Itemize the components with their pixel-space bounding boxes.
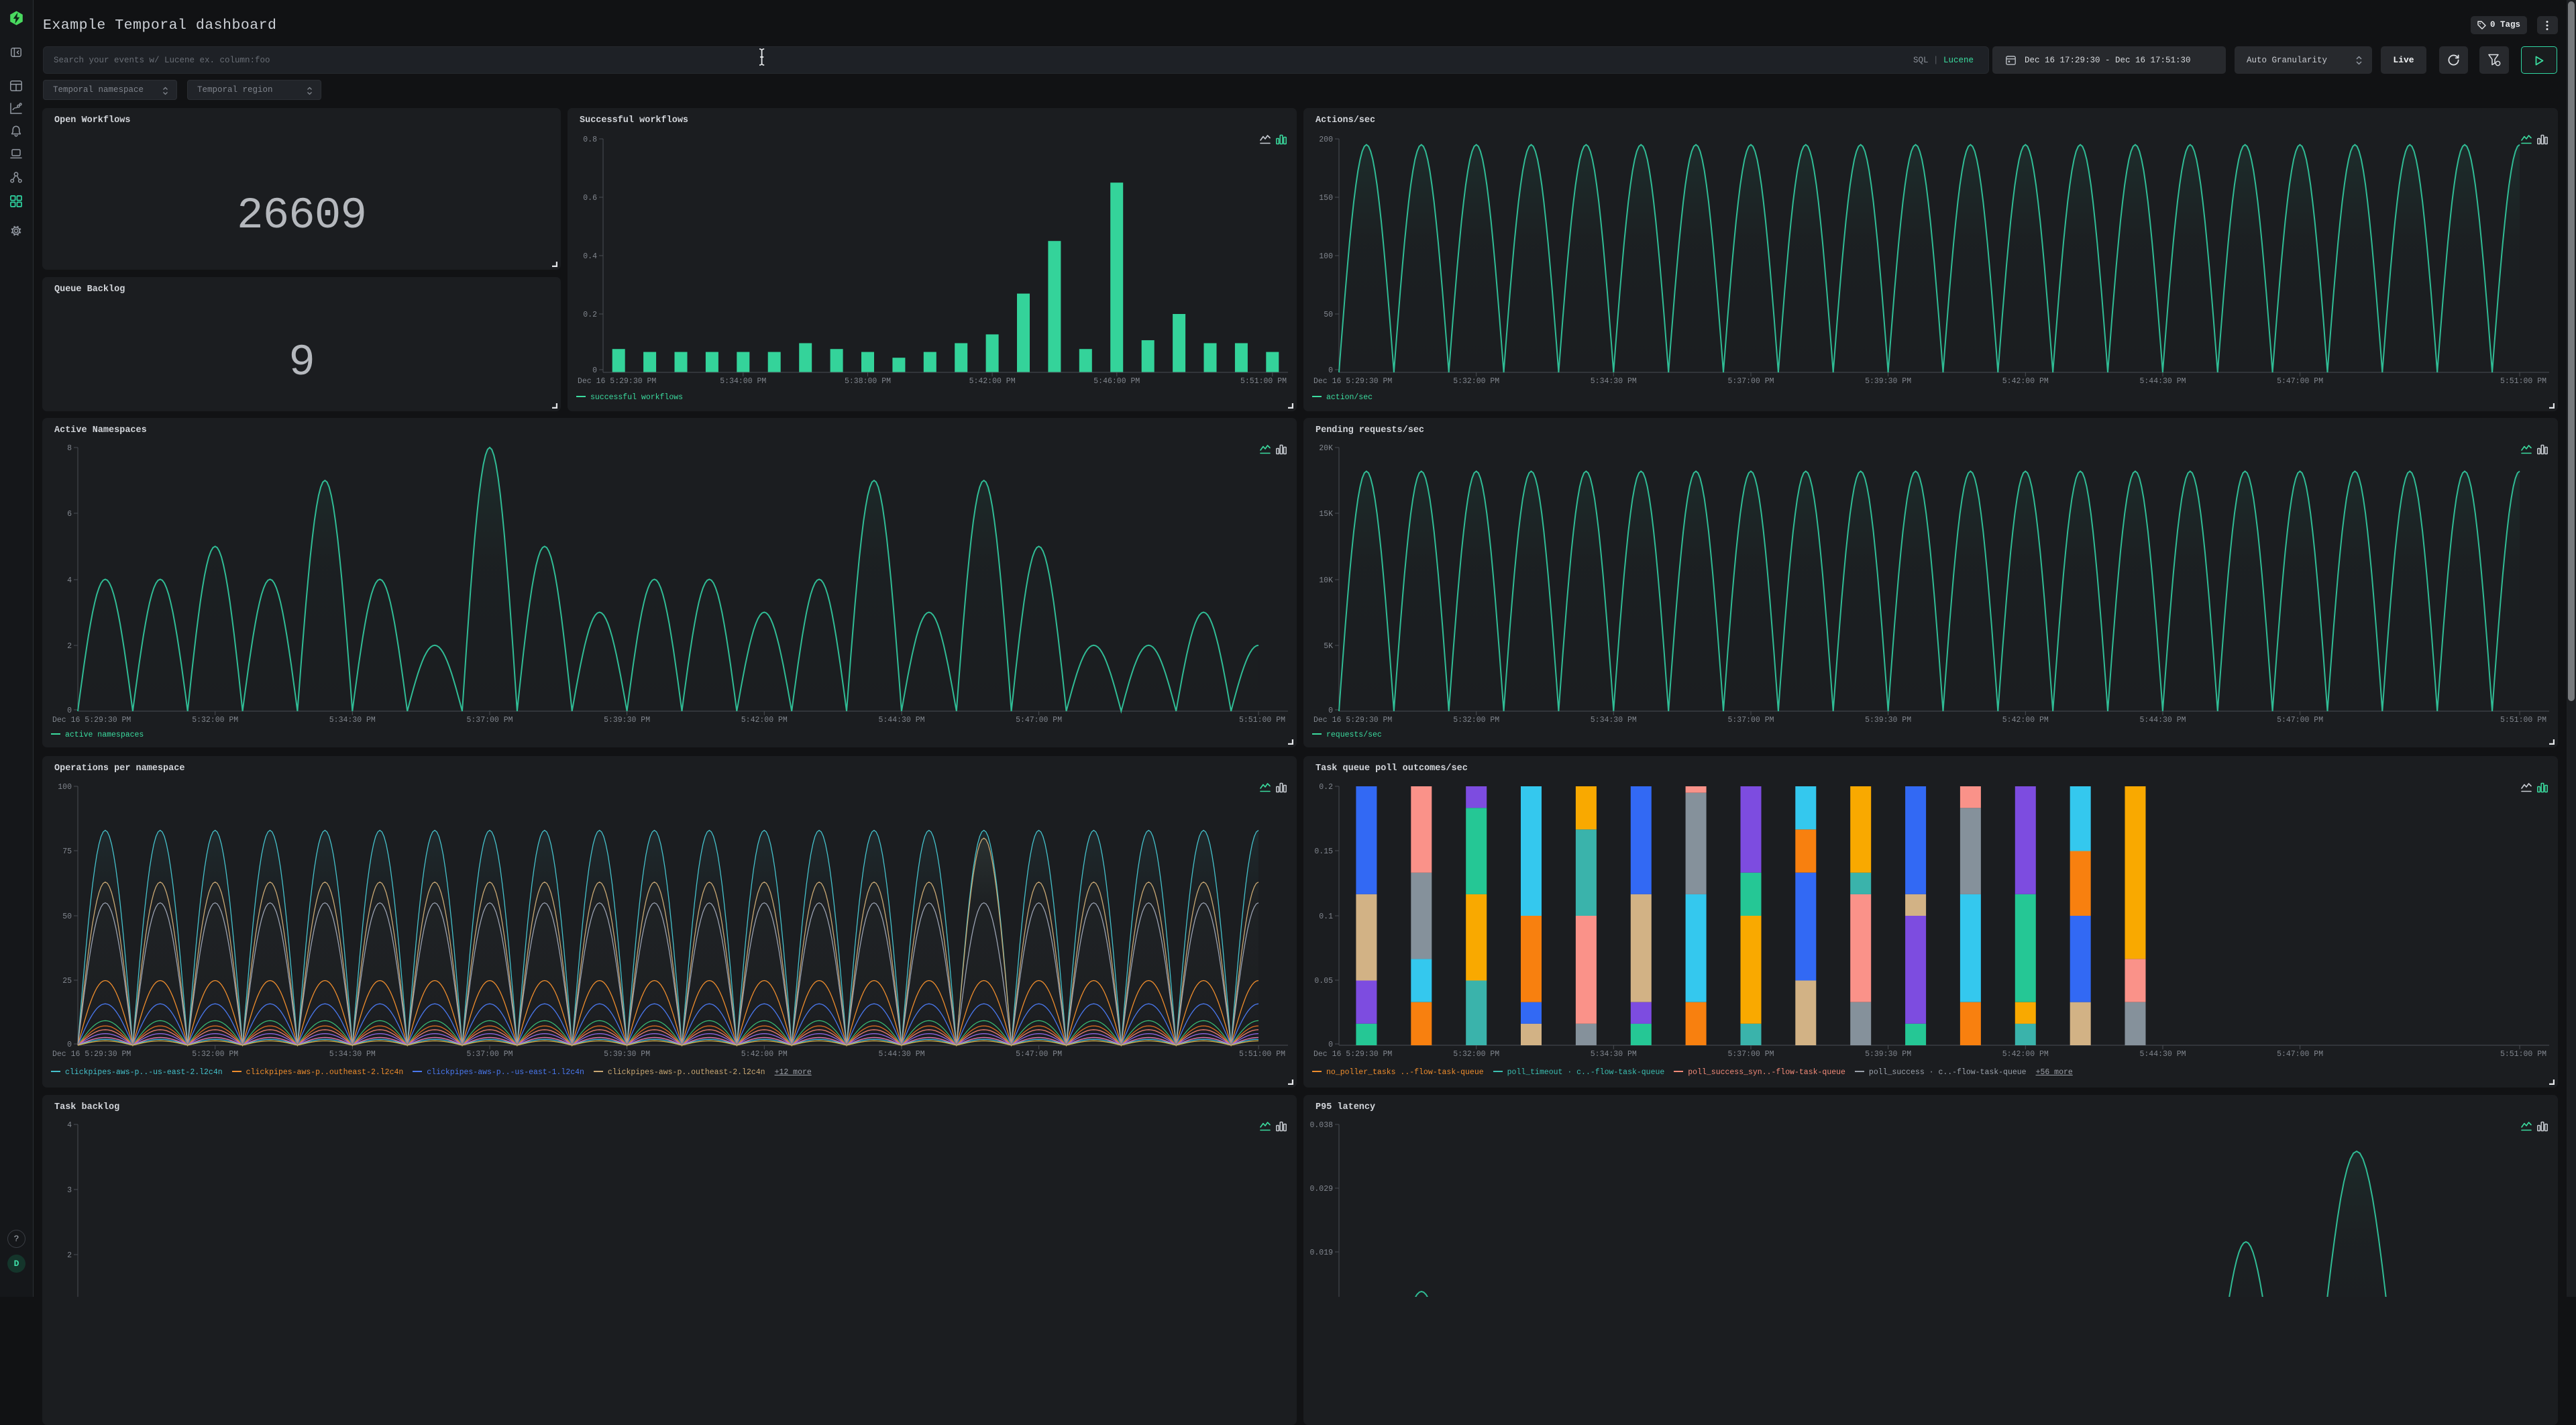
svg-text:0: 0 (67, 706, 72, 715)
svg-text:5:37:00 PM: 5:37:00 PM (466, 1050, 513, 1059)
svg-text:Dec 16 5:29:30 PM: Dec 16 5:29:30 PM (1313, 1050, 1392, 1059)
svg-text:5:32:00 PM: 5:32:00 PM (1453, 377, 1499, 386)
svg-text:5:39:30 PM: 5:39:30 PM (1865, 716, 1911, 725)
svg-text:0: 0 (592, 366, 597, 375)
svg-text:5:39:30 PM: 5:39:30 PM (604, 716, 650, 725)
svg-text:0.029: 0.029 (1309, 1185, 1333, 1194)
svg-text:5:44:30 PM: 5:44:30 PM (2139, 1050, 2186, 1059)
svg-text:5:42:00 PM: 5:42:00 PM (2002, 716, 2049, 725)
svg-text:5:42:00 PM: 5:42:00 PM (2002, 377, 2049, 386)
svg-text:2: 2 (67, 1251, 72, 1260)
svg-text:5:51:00 PM: 5:51:00 PM (1239, 1050, 1285, 1059)
svg-text:75: 75 (62, 847, 72, 856)
svg-text:5:47:00 PM: 5:47:00 PM (2277, 1050, 2323, 1059)
svg-text:5:37:00 PM: 5:37:00 PM (1727, 377, 1774, 386)
svg-text:4: 4 (67, 576, 72, 585)
svg-text:0.2: 0.2 (583, 311, 597, 319)
svg-text:0.2: 0.2 (1319, 783, 1333, 792)
svg-text:100: 100 (58, 783, 72, 792)
svg-text:25: 25 (62, 977, 72, 986)
svg-text:0: 0 (1328, 1041, 1333, 1049)
svg-text:5:44:30 PM: 5:44:30 PM (2139, 716, 2186, 725)
svg-text:Dec 16 5:29:30 PM: Dec 16 5:29:30 PM (52, 716, 131, 725)
svg-text:5:37:00 PM: 5:37:00 PM (1727, 1050, 1774, 1059)
svg-text:5:47:00 PM: 5:47:00 PM (2277, 377, 2323, 386)
svg-text:Dec 16 5:29:30 PM: Dec 16 5:29:30 PM (1313, 377, 1392, 386)
svg-text:5K: 5K (1324, 642, 1333, 651)
svg-text:0.4: 0.4 (583, 252, 597, 261)
svg-text:0: 0 (67, 1041, 72, 1049)
svg-text:5:51:00 PM: 5:51:00 PM (1239, 716, 1285, 725)
svg-text:5:42:00 PM: 5:42:00 PM (2002, 1050, 2049, 1059)
svg-text:5:42:00 PM: 5:42:00 PM (969, 377, 1016, 386)
svg-text:5:34:00 PM: 5:34:00 PM (720, 377, 766, 386)
svg-text:0.038: 0.038 (1309, 1121, 1333, 1130)
svg-text:5:46:00 PM: 5:46:00 PM (1093, 377, 1140, 386)
svg-text:0: 0 (1328, 366, 1333, 375)
svg-text:5:34:30 PM: 5:34:30 PM (329, 716, 376, 725)
svg-text:15K: 15K (1319, 510, 1333, 519)
svg-text:50: 50 (1324, 311, 1333, 319)
svg-text:5:39:30 PM: 5:39:30 PM (1865, 1050, 1911, 1059)
svg-text:0.1: 0.1 (1319, 912, 1333, 921)
svg-text:50: 50 (62, 912, 72, 921)
svg-text:Dec 16 5:29:30 PM: Dec 16 5:29:30 PM (52, 1050, 131, 1059)
svg-text:5:32:00 PM: 5:32:00 PM (1453, 716, 1499, 725)
svg-text:8: 8 (67, 444, 72, 453)
svg-text:0.019: 0.019 (1309, 1249, 1333, 1257)
svg-text:5:37:00 PM: 5:37:00 PM (466, 716, 513, 725)
svg-text:150: 150 (1319, 194, 1333, 203)
svg-text:20K: 20K (1319, 444, 1333, 453)
svg-text:100: 100 (1319, 252, 1333, 261)
svg-text:5:32:00 PM: 5:32:00 PM (1453, 1050, 1499, 1059)
svg-text:5:51:00 PM: 5:51:00 PM (2500, 1050, 2546, 1059)
svg-text:5:47:00 PM: 5:47:00 PM (2277, 716, 2323, 725)
svg-text:5:39:30 PM: 5:39:30 PM (1865, 377, 1911, 386)
svg-text:5:38:00 PM: 5:38:00 PM (845, 377, 891, 386)
svg-text:4: 4 (67, 1121, 72, 1130)
svg-text:5:44:30 PM: 5:44:30 PM (878, 1050, 924, 1059)
svg-text:3: 3 (67, 1186, 72, 1195)
svg-text:5:44:30 PM: 5:44:30 PM (878, 716, 924, 725)
svg-text:Dec 16 5:29:30 PM: Dec 16 5:29:30 PM (1313, 716, 1392, 725)
svg-text:5:47:00 PM: 5:47:00 PM (1016, 1050, 1062, 1059)
svg-text:5:51:00 PM: 5:51:00 PM (2500, 716, 2546, 725)
svg-text:0.15: 0.15 (1314, 847, 1333, 856)
svg-text:5:42:00 PM: 5:42:00 PM (741, 716, 788, 725)
svg-text:5:47:00 PM: 5:47:00 PM (1016, 716, 1062, 725)
svg-text:0.6: 0.6 (583, 194, 597, 203)
svg-text:10K: 10K (1319, 576, 1333, 585)
svg-text:5:44:30 PM: 5:44:30 PM (2139, 377, 2186, 386)
svg-text:0.8: 0.8 (583, 136, 597, 144)
svg-text:5:32:00 PM: 5:32:00 PM (192, 1050, 238, 1059)
svg-text:0: 0 (1328, 706, 1333, 715)
svg-text:Dec 16 5:29:30 PM: Dec 16 5:29:30 PM (578, 377, 656, 386)
svg-text:5:39:30 PM: 5:39:30 PM (604, 1050, 650, 1059)
svg-text:5:51:00 PM: 5:51:00 PM (1240, 377, 1287, 386)
svg-text:5:37:00 PM: 5:37:00 PM (1727, 716, 1774, 725)
svg-text:5:34:30 PM: 5:34:30 PM (1591, 1050, 1637, 1059)
svg-text:5:34:30 PM: 5:34:30 PM (1591, 377, 1637, 386)
svg-text:6: 6 (67, 510, 72, 519)
svg-text:2: 2 (67, 642, 72, 651)
svg-text:5:34:30 PM: 5:34:30 PM (1591, 716, 1637, 725)
svg-text:5:34:30 PM: 5:34:30 PM (329, 1050, 376, 1059)
svg-text:0.05: 0.05 (1314, 977, 1333, 986)
svg-text:5:51:00 PM: 5:51:00 PM (2500, 377, 2546, 386)
svg-text:5:42:00 PM: 5:42:00 PM (741, 1050, 788, 1059)
svg-text:5:32:00 PM: 5:32:00 PM (192, 716, 238, 725)
svg-text:200: 200 (1319, 136, 1333, 144)
